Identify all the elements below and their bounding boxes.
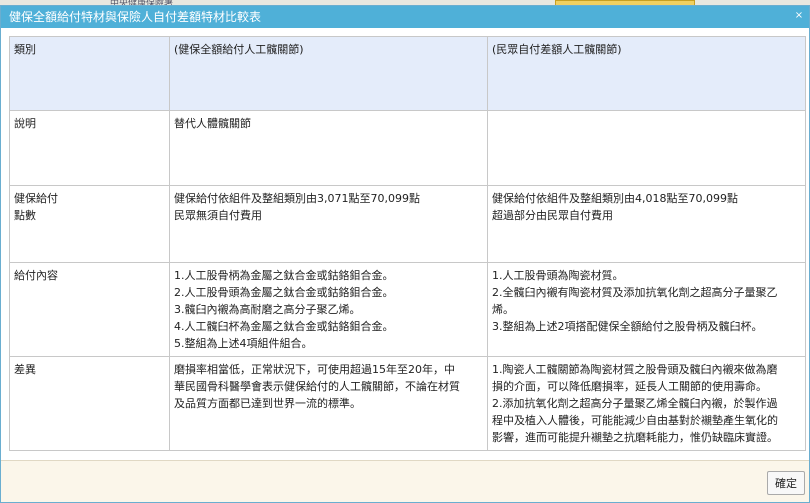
row-label-cell: 說明 [9,110,170,186]
comparison-table: 類別 (健保全額給付人工髖關節) (民眾自付差額人工髖關節) 說明 替代人體髖關… [9,36,806,451]
cell-text-line: 給付內容 [14,269,58,282]
table-header-row: 類別 (健保全額給付人工髖關節) (民眾自付差額人工髖關節) [9,36,806,111]
row-col1-cell: 磨損率相當低，正常狀況下，可使用超過15年至20年，中 華民國骨科醫學會表示健保給… [169,356,488,451]
cell-text-line: 華民國骨科醫學會表示健保給付的人工髖關節，不論在材質 [174,380,460,393]
cell-text-line: 超過部分由民眾自付費用 [492,209,613,222]
table-row-difference: 差異 磨損率相當低，正常狀況下，可使用超過15年至20年，中 華民國骨科醫學會表示… [9,356,806,451]
cell-text-line: 損的介面，可以降低磨損率，延長人工關節的使用壽命。 [492,380,767,393]
cell-text-line: 民眾無須自付費用 [174,209,262,222]
cell-text-line: 2.全髖臼內襯有陶瓷材質及添加抗氧化劑之超高分子量聚乙 [492,286,778,299]
cell-text-line: 3.髖臼內襯為高耐磨之高分子聚乙烯。 [174,303,361,316]
row-col1-cell: 健保給付依組件及整組類別由3,071點至70,099點 民眾無須自付費用 [169,185,488,263]
cell-text-line: 1.人工股骨柄為金屬之鈦合金或鈷鉻鉬合金。 [174,269,394,282]
row-col2-cell: 健保給付依組件及整組類別由4,018點至70,099點 超過部分由民眾自付費用 [487,185,806,263]
cell-text-line: 1.人工股骨頭為陶瓷材質。 [492,269,624,282]
row-label-cell: 健保給付 點數 [9,185,170,263]
cell-text-line: 及品質方面都已達到世界一流的標準。 [174,397,361,410]
row-col2-cell: 1.陶瓷人工髖關節為陶瓷材質之股骨頭及髖臼內襯來做為磨 損的介面，可以降低磨損率，… [487,356,806,451]
header-category-label: 類別 [14,43,36,56]
cell-text-line: 4.人工髖臼杯為金屬之鈦合金或鈷鉻鉬合金。 [174,320,394,333]
cell-text-line: 3.整組為上述2項搭配健保全額給付之股骨柄及髖臼杯。 [492,320,763,333]
dialog-titlebar: 健保全額給付特材與保險人自付差額特材比較表 × [1,6,809,28]
header-col1-label: (健保全額給付人工髖關節) [174,43,304,56]
cell-text-line: 說明 [14,117,36,130]
row-col1-cell: 替代人體髖關節 [169,110,488,186]
cell-text-line: 健保給付依組件及整組類別由3,071點至70,099點 [174,192,420,205]
cell-text-line: 影響，進而可能提升襯墊之抗磨耗能力，惟仍缺臨床實證。 [492,431,778,444]
dialog-content: 類別 (健保全額給付人工髖關節) (民眾自付差額人工髖關節) 說明 替代人體髖關… [1,28,809,460]
dialog-footer: 確定 [1,460,809,502]
cell-text-line: 程中及植入人體後，可能能減少自由基對於襯墊產生氧化的 [492,414,778,427]
ok-button[interactable]: 確定 [767,471,805,495]
row-col1-cell: 1.人工股骨柄為金屬之鈦合金或鈷鉻鉬合金。 2.人工股骨頭為金屬之鈦合金或鈷鉻鉬合… [169,262,488,357]
cell-text-line: 點數 [14,209,36,222]
cell-text-line: 2.人工股骨頭為金屬之鈦合金或鈷鉻鉬合金。 [174,286,394,299]
table-row-description: 說明 替代人體髖關節 [9,110,806,186]
row-col2-cell: 1.人工股骨頭為陶瓷材質。 2.全髖臼內襯有陶瓷材質及添加抗氧化劑之超高分子量聚乙… [487,262,806,357]
table-row-content: 給付內容 1.人工股骨柄為金屬之鈦合金或鈷鉻鉬合金。 2.人工股骨頭為金屬之鈦合金… [9,262,806,357]
cell-text-line: 5.整組為上述4項組件組合。 [174,337,313,350]
close-icon[interactable]: × [793,10,805,22]
comparison-dialog: 健保全額給付特材與保險人自付差額特材比較表 × 類別 (健保全額給付人工髖關節)… [0,5,810,503]
cell-text-line: 1.陶瓷人工髖關節為陶瓷材質之股骨頭及髖臼內襯來做為磨 [492,363,778,376]
cell-text-line: 替代人體髖關節 [174,117,251,130]
cell-text-line: 健保給付依組件及整組類別由4,018點至70,099點 [492,192,738,205]
row-col2-cell [487,110,806,186]
header-category-cell: 類別 [9,36,170,111]
dialog-title: 健保全額給付特材與保險人自付差額特材比較表 [9,10,262,24]
header-col2-cell: (民眾自付差額人工髖關節) [487,36,806,111]
header-col2-label: (民眾自付差額人工髖關節) [492,43,622,56]
cell-text-line: 健保給付 [14,192,58,205]
row-label-cell: 給付內容 [9,262,170,357]
cell-text-line: 差異 [14,363,36,376]
cell-text-line: 2.添加抗氧化劑之超高分子量聚乙烯全髖臼內襯，於製作過 [492,397,778,410]
cell-text-line: 烯。 [492,303,514,316]
row-label-cell: 差異 [9,356,170,451]
header-col1-cell: (健保全額給付人工髖關節) [169,36,488,111]
table-row-points: 健保給付點數 健保給付依組件及整組類別由3,071點至70,099點 民眾無須自付… [9,185,806,263]
cell-text-line: 磨損率相當低，正常狀況下，可使用超過15年至20年，中 [174,363,455,376]
